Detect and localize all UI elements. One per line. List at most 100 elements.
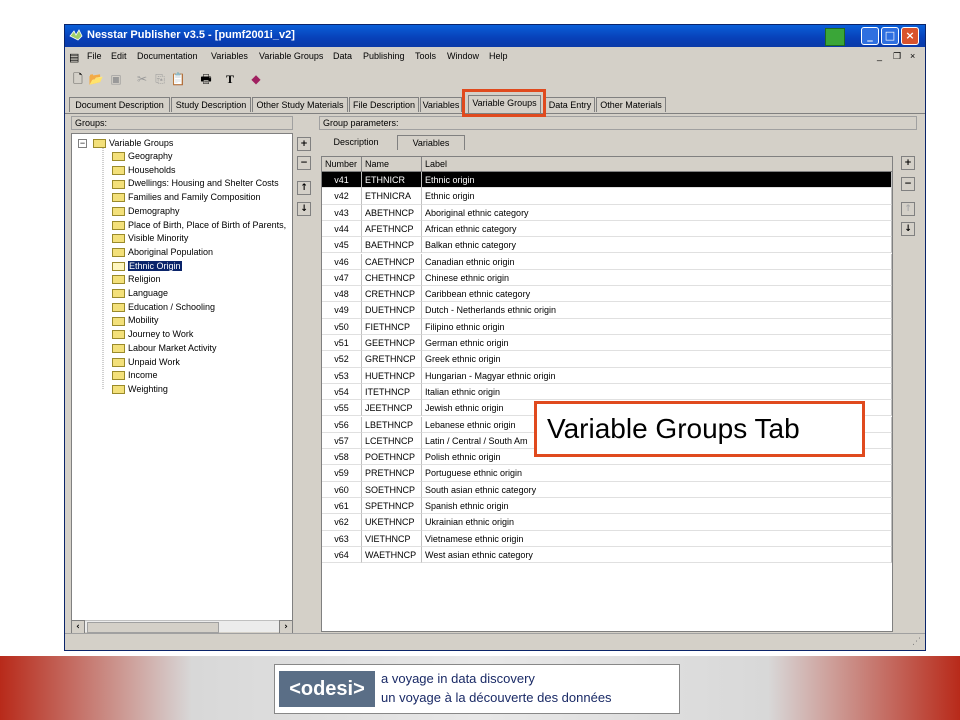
menu-window[interactable]: Window (447, 51, 479, 61)
tab-other-study-materials[interactable]: Other Study Materials (252, 97, 348, 112)
tree-item[interactable]: Weighting (112, 383, 168, 396)
remove-group-icon[interactable]: − (297, 156, 311, 170)
table-row[interactable]: v64 WAETHNCP West asian ethnic category (322, 546, 892, 564)
table-row[interactable]: v49 DUETHNCP Dutch - Netherlands ethnic or… (322, 302, 892, 319)
table-row[interactable]: v48 CRETHNCP Caribbean ethnic category (322, 286, 892, 303)
tree-item-label: Visible Minority (128, 233, 189, 244)
title-bar[interactable]: Nesstar Publisher v3.5 - [pumf2001i_v2] … (65, 25, 925, 47)
menu-data[interactable]: Data (333, 51, 352, 61)
add-variable-icon[interactable]: + (901, 156, 915, 170)
tree-item-selected[interactable]: Ethnic Origin (112, 260, 182, 273)
tree-item[interactable]: Education / Schooling (112, 301, 215, 314)
tree-item[interactable]: Journey to Work (112, 328, 193, 341)
menu-edit[interactable]: Edit (111, 51, 127, 61)
remove-variable-icon[interactable]: − (901, 177, 915, 191)
menu-variable-groups[interactable]: Variable Groups (259, 51, 323, 61)
cut-icon[interactable]: ✂ (133, 70, 151, 88)
copy-icon[interactable]: ⎘ (151, 70, 169, 88)
row-name: ABETHNCP (362, 204, 422, 221)
tree-item[interactable]: Religion (112, 273, 161, 286)
mdi-minimize-icon[interactable]: _ (877, 51, 882, 61)
main-tabs: Document Description Study Description O… (65, 95, 925, 114)
variable-up-icon[interactable]: ↑ (901, 202, 915, 216)
tree-item[interactable]: Labour Market Activity (112, 342, 217, 355)
tree-horizontal-scrollbar[interactable]: ‹ › (71, 620, 293, 634)
minimize-button[interactable]: _ (861, 27, 879, 45)
tree-item[interactable]: Families and Family Composition (112, 191, 261, 204)
close-button[interactable]: × (901, 27, 919, 45)
table-row[interactable]: v46 CAETHNCP Canadian ethnic origin (322, 253, 892, 270)
scroll-left-icon[interactable]: ‹ (71, 620, 85, 634)
tree-item[interactable]: Aboriginal Population (112, 246, 213, 259)
menu-tools[interactable]: Tools (415, 51, 436, 61)
paste-icon[interactable]: 📋 (169, 70, 187, 88)
text-icon[interactable]: T (221, 70, 239, 88)
tab-study-description[interactable]: Study Description (171, 97, 251, 112)
maximize-button[interactable]: □ (881, 27, 899, 45)
tree-item[interactable]: Unpaid Work (112, 356, 180, 369)
table-row[interactable]: v63 VIETHNCP Vietnamese ethnic origin (322, 530, 892, 547)
column-number[interactable]: Number (322, 157, 362, 171)
tree-item[interactable]: Language (112, 287, 168, 300)
table-row[interactable]: v41 ETHNICR Ethnic origin (322, 172, 892, 189)
scroll-thumb[interactable] (87, 622, 219, 633)
tab-file-description[interactable]: File Description (349, 97, 419, 112)
menu-file[interactable]: File (87, 51, 102, 61)
variable-down-icon[interactable]: ↓ (901, 222, 915, 236)
table-row[interactable]: v44 AFETHNCP African ethnic category (322, 220, 892, 238)
table-row[interactable]: v47 CHETHNCP Chinese ethnic origin (322, 269, 892, 287)
menu-variables[interactable]: Variables (211, 51, 248, 61)
groups-tree[interactable]: − Variable Groups Geography Households Dw… (71, 133, 293, 630)
folder-icon (112, 234, 125, 244)
online-status-icon[interactable] (825, 28, 845, 46)
menu-publishing[interactable]: Publishing (363, 51, 405, 61)
subtab-description[interactable]: Description (321, 135, 391, 150)
table-row[interactable]: v61 SPETHNCP Spanish ethnic origin (322, 498, 892, 515)
table-row[interactable]: v42 ETHNICRA Ethnic origin (322, 188, 892, 205)
subtab-variables[interactable]: Variables (397, 135, 465, 150)
menu-documentation[interactable]: Documentation (137, 51, 198, 61)
table-row[interactable]: v54 ITETHNCP Italian ethnic origin (322, 383, 892, 401)
save-icon[interactable]: ▣ (107, 70, 125, 88)
table-row[interactable]: v45 BAETHNCP Balkan ethnic category (322, 237, 892, 254)
table-row[interactable]: v43 ABETHNCP Aboriginal ethnic category (322, 204, 892, 221)
tab-data-entry[interactable]: Data Entry (545, 97, 595, 112)
scroll-right-icon[interactable]: › (279, 620, 293, 634)
tree-item[interactable]: Households (112, 164, 176, 177)
menu-help[interactable]: Help (489, 51, 508, 61)
tree-item[interactable]: Demography (112, 205, 180, 218)
table-row[interactable]: v59 PRETHNCP Portuguese ethnic origin (322, 465, 892, 482)
new-file-icon[interactable]: 🗋 (69, 70, 87, 88)
row-name: UKETHNCP (362, 514, 422, 531)
row-number: v57 (322, 432, 362, 450)
move-up-icon[interactable]: ↑ (297, 181, 311, 195)
column-label[interactable]: Label (422, 157, 892, 171)
tab-variable-groups[interactable]: Variable Groups (468, 95, 541, 113)
tree-item[interactable]: Dwellings: Housing and Shelter Costs (112, 177, 279, 190)
print-icon[interactable]: 🖶 (197, 70, 215, 88)
tab-document-description[interactable]: Document Description (69, 97, 170, 112)
table-row[interactable]: v52 GRETHNCP Greek ethnic origin (322, 351, 892, 368)
tree-item[interactable]: Income (112, 369, 158, 382)
table-row[interactable]: v51 GEETHNCP German ethnic origin (322, 335, 892, 352)
mdi-restore-icon[interactable]: ❐ (893, 51, 901, 62)
tree-item[interactable]: Geography (112, 150, 173, 163)
tree-item[interactable]: Visible Minority (112, 232, 188, 245)
open-folder-icon[interactable]: 📂 (87, 70, 105, 88)
tab-other-materials[interactable]: Other Materials (596, 97, 666, 112)
move-down-icon[interactable]: ↓ (297, 202, 311, 216)
add-group-icon[interactable]: + (297, 137, 311, 151)
table-row[interactable]: v60 SOETHNCP South asian ethnic category (322, 481, 892, 498)
variables-grid[interactable]: Number Name Label v41 ETHNICR Ethnic origi… (321, 156, 893, 632)
resize-grip-icon[interactable]: ⋰ (912, 637, 921, 647)
table-row[interactable]: v50 FIETHNCP Filipino ethnic origin (322, 318, 892, 335)
table-row[interactable]: v53 HUETHNCP Hungarian - Magyar ethnic ori… (322, 367, 892, 384)
book-icon[interactable]: ◆ (247, 70, 265, 88)
table-row[interactable]: v62 UKETHNCP Ukrainian ethnic origin (322, 514, 892, 531)
document-icon[interactable]: ▤ (69, 51, 79, 64)
tree-item[interactable]: Place of Birth, Place of Birth of Parent… (112, 219, 286, 232)
column-name[interactable]: Name (362, 157, 422, 171)
mdi-close-icon[interactable]: × (910, 51, 915, 61)
tree-item[interactable]: Mobility (112, 314, 159, 327)
tab-variables[interactable]: Variables (420, 97, 462, 112)
